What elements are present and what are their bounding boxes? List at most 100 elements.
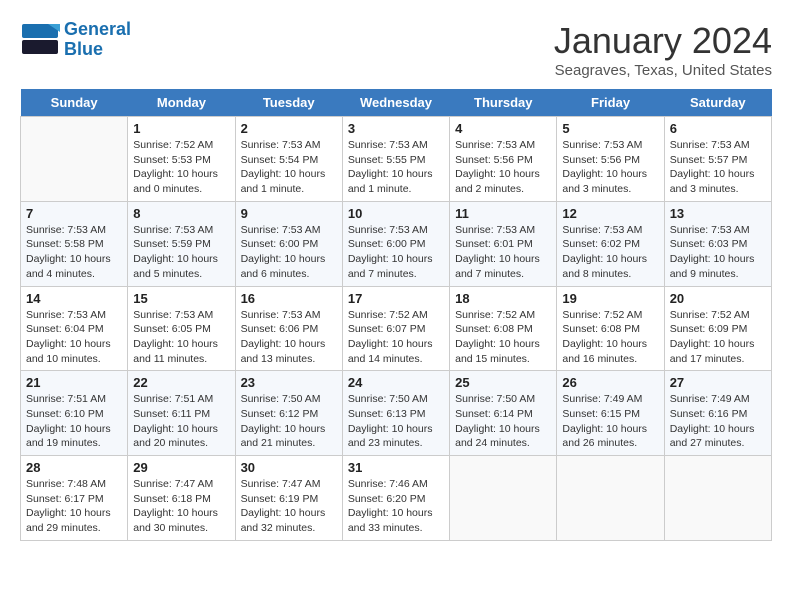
day-number: 30 [241,460,337,475]
week-row-2: 7 Sunrise: 7:53 AMSunset: 5:58 PMDaylight… [21,201,772,286]
calendar-cell: 1 Sunrise: 7:52 AMSunset: 5:53 PMDaylight… [128,117,235,202]
calendar-cell: 14 Sunrise: 7:53 AMSunset: 6:04 PMDayligh… [21,286,128,371]
day-number: 20 [670,291,766,306]
week-row-5: 28 Sunrise: 7:48 AMSunset: 6:17 PMDayligh… [21,456,772,541]
day-info: Sunrise: 7:53 AMSunset: 5:56 PMDaylight:… [562,138,658,197]
logo-icon [20,22,60,57]
calendar-cell [664,456,771,541]
logo-blue: Blue [64,39,103,59]
day-info: Sunrise: 7:53 AMSunset: 6:05 PMDaylight:… [133,308,229,367]
day-header-friday: Friday [557,89,664,117]
calendar-cell: 22Sunrise: 7:51 AMSunset: 6:11 PMDayligh… [128,371,235,456]
day-info: Sunrise: 7:53 AMSunset: 6:03 PMDaylight:… [670,223,766,282]
calendar-cell: 19Sunrise: 7:52 AMSunset: 6:08 PMDayligh… [557,286,664,371]
calendar-cell: 18Sunrise: 7:52 AMSunset: 6:08 PMDayligh… [450,286,557,371]
calendar-cell: 27 Sunrise: 7:49 AMSunset: 6:16 PMDayligh… [664,371,771,456]
day-number: 7 [26,206,122,221]
calendar-cell: 3 Sunrise: 7:53 AMSunset: 5:55 PMDaylight… [342,117,449,202]
day-info: Sunrise: 7:53 AMSunset: 6:00 PMDaylight:… [241,223,337,282]
day-info: Sunrise: 7:53 AMSunset: 6:00 PMDaylight:… [348,223,444,282]
calendar-cell: 30Sunrise: 7:47 AMSunset: 6:19 PMDayligh… [235,456,342,541]
calendar-cell [450,456,557,541]
day-number: 25 [455,375,551,390]
day-info: Sunrise: 7:48 AMSunset: 6:17 PMDaylight:… [26,477,122,536]
day-info: Sunrise: 7:49 AMSunset: 6:15 PMDaylight:… [562,392,658,451]
day-number: 31 [348,460,444,475]
calendar-cell: 29 Sunrise: 7:47 AMSunset: 6:18 PMDayligh… [128,456,235,541]
day-number: 4 [455,121,551,136]
day-info: Sunrise: 7:53 AMSunset: 5:55 PMDaylight:… [348,138,444,197]
location: Seagraves, Texas, United States [554,62,772,79]
calendar-cell: 8 Sunrise: 7:53 AMSunset: 5:59 PMDaylight… [128,201,235,286]
calendar-cell: 28 Sunrise: 7:48 AMSunset: 6:17 PMDayligh… [21,456,128,541]
day-header-sunday: Sunday [21,89,128,117]
logo-general: General [64,19,131,39]
day-number: 9 [241,206,337,221]
day-info: Sunrise: 7:52 AMSunset: 5:53 PMDaylight:… [133,138,229,197]
day-number: 11 [455,206,551,221]
calendar-cell: 15 Sunrise: 7:53 AMSunset: 6:05 PMDayligh… [128,286,235,371]
day-number: 27 [670,375,766,390]
day-number: 2 [241,121,337,136]
calendar-cell: 16Sunrise: 7:53 AMSunset: 6:06 PMDayligh… [235,286,342,371]
week-row-3: 14 Sunrise: 7:53 AMSunset: 6:04 PMDayligh… [21,286,772,371]
day-number: 3 [348,121,444,136]
calendar-cell: 26 Sunrise: 7:49 AMSunset: 6:15 PMDayligh… [557,371,664,456]
day-number: 12 [562,206,658,221]
calendar-cell: 25 Sunrise: 7:50 AMSunset: 6:14 PMDayligh… [450,371,557,456]
day-number: 10 [348,206,444,221]
day-info: Sunrise: 7:46 AMSunset: 6:20 PMDaylight:… [348,477,444,536]
day-header-wednesday: Wednesday [342,89,449,117]
logo-text: General Blue [64,20,131,60]
day-info: Sunrise: 7:52 AMSunset: 6:07 PMDaylight:… [348,308,444,367]
day-info: Sunrise: 7:49 AMSunset: 6:16 PMDaylight:… [670,392,766,451]
day-header-saturday: Saturday [664,89,771,117]
calendar-cell: 13 Sunrise: 7:53 AMSunset: 6:03 PMDayligh… [664,201,771,286]
day-info: Sunrise: 7:53 AMSunset: 5:54 PMDaylight:… [241,138,337,197]
day-info: Sunrise: 7:47 AMSunset: 6:18 PMDaylight:… [133,477,229,536]
calendar-cell: 4 Sunrise: 7:53 AMSunset: 5:56 PMDaylight… [450,117,557,202]
day-number: 13 [670,206,766,221]
header-row: SundayMondayTuesdayWednesdayThursdayFrid… [21,89,772,117]
day-number: 16 [241,291,337,306]
day-info: Sunrise: 7:50 AMSunset: 6:14 PMDaylight:… [455,392,551,451]
day-info: Sunrise: 7:53 AMSunset: 5:56 PMDaylight:… [455,138,551,197]
month-title: January 2024 [554,20,772,62]
day-info: Sunrise: 7:50 AMSunset: 6:13 PMDaylight:… [348,392,444,451]
day-info: Sunrise: 7:53 AMSunset: 6:01 PMDaylight:… [455,223,551,282]
day-number: 1 [133,121,229,136]
calendar-cell: 9 Sunrise: 7:53 AMSunset: 6:00 PMDaylight… [235,201,342,286]
day-info: Sunrise: 7:53 AMSunset: 5:58 PMDaylight:… [26,223,122,282]
calendar-cell [557,456,664,541]
day-info: Sunrise: 7:51 AMSunset: 6:11 PMDaylight:… [133,392,229,451]
calendar-cell: 5Sunrise: 7:53 AMSunset: 5:56 PMDaylight… [557,117,664,202]
calendar-cell: 12Sunrise: 7:53 AMSunset: 6:02 PMDayligh… [557,201,664,286]
logo: General Blue [20,20,131,60]
day-header-tuesday: Tuesday [235,89,342,117]
calendar-cell: 31 Sunrise: 7:46 AMSunset: 6:20 PMDayligh… [342,456,449,541]
calendar-cell [21,117,128,202]
day-number: 29 [133,460,229,475]
day-info: Sunrise: 7:53 AMSunset: 6:04 PMDaylight:… [26,308,122,367]
day-number: 28 [26,460,122,475]
day-info: Sunrise: 7:53 AMSunset: 5:57 PMDaylight:… [670,138,766,197]
calendar-cell: 21Sunrise: 7:51 AMSunset: 6:10 PMDayligh… [21,371,128,456]
day-number: 8 [133,206,229,221]
week-row-1: 1 Sunrise: 7:52 AMSunset: 5:53 PMDaylight… [21,117,772,202]
calendar-cell: 17 Sunrise: 7:52 AMSunset: 6:07 PMDayligh… [342,286,449,371]
day-number: 14 [26,291,122,306]
day-number: 18 [455,291,551,306]
day-number: 23 [241,375,337,390]
day-number: 17 [348,291,444,306]
day-number: 6 [670,121,766,136]
day-number: 26 [562,375,658,390]
day-header-thursday: Thursday [450,89,557,117]
day-info: Sunrise: 7:53 AMSunset: 5:59 PMDaylight:… [133,223,229,282]
day-number: 15 [133,291,229,306]
day-number: 24 [348,375,444,390]
week-row-4: 21Sunrise: 7:51 AMSunset: 6:10 PMDayligh… [21,371,772,456]
calendar-cell: 11 Sunrise: 7:53 AMSunset: 6:01 PMDayligh… [450,201,557,286]
calendar-cell: 23 Sunrise: 7:50 AMSunset: 6:12 PMDayligh… [235,371,342,456]
day-header-monday: Monday [128,89,235,117]
day-info: Sunrise: 7:50 AMSunset: 6:12 PMDaylight:… [241,392,337,451]
